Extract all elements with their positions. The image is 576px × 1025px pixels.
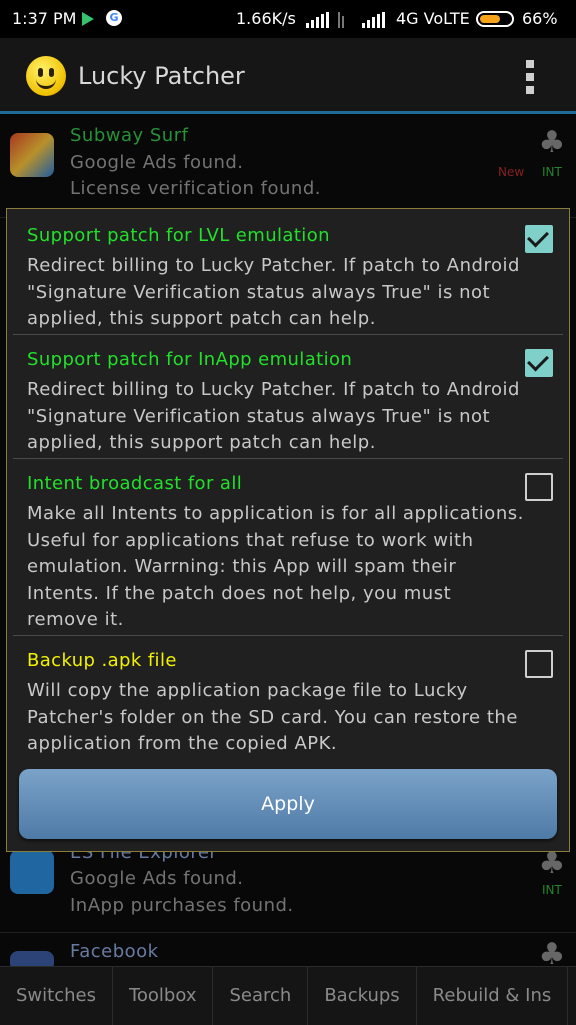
play-store-icon: [82, 12, 94, 26]
option-description: Redirect billing to Lucky Patcher. If pa…: [27, 255, 520, 329]
network-speed: 1.66K/s: [236, 9, 296, 28]
checkbox-checked[interactable]: [525, 349, 553, 377]
tab-rebuild-install[interactable]: Rebuild & Ins: [417, 967, 569, 1025]
option-intent-broadcast[interactable]: Intent broadcast for all Make all Intent…: [7, 457, 569, 634]
battery-percent: 66%: [522, 9, 558, 28]
signal-icon-secondary: [362, 12, 385, 28]
tab-search[interactable]: Search: [213, 967, 309, 1025]
option-inapp-emulation[interactable]: Support patch for InApp emulation Redire…: [7, 333, 569, 457]
checkbox-checked[interactable]: [525, 225, 553, 253]
checkbox-unchecked[interactable]: [525, 650, 553, 678]
bottom-tab-bar: Switches Toolbox Search Backups Rebuild …: [0, 966, 576, 1025]
option-title: Intent broadcast for all: [27, 473, 243, 494]
tab-switches[interactable]: Switches: [0, 967, 113, 1025]
google-icon: G: [106, 10, 122, 26]
battery-fill: [480, 15, 500, 23]
apply-button[interactable]: Apply: [19, 769, 557, 839]
network-type: 4G VoLTE: [396, 9, 470, 28]
option-description: Make all Intents to application is for a…: [27, 503, 524, 630]
option-title: Backup .apk file: [27, 650, 177, 671]
smiley-icon: [26, 56, 66, 96]
status-time: 1:37 PM: [12, 9, 77, 28]
tab-toolbox[interactable]: Toolbox: [113, 967, 214, 1025]
app-bar: Lucky Patcher: [0, 38, 576, 114]
tab-backups[interactable]: Backups: [308, 967, 417, 1025]
option-title: Support patch for InApp emulation: [27, 349, 353, 370]
overflow-menu-icon[interactable]: [526, 60, 534, 94]
signal-icon: [306, 12, 329, 28]
option-lvl-emulation[interactable]: Support patch for LVL emulation Redirect…: [7, 209, 569, 333]
option-description: Redirect billing to Lucky Patcher. If pa…: [27, 379, 520, 453]
battery-icon: [476, 11, 514, 27]
option-backup-apk[interactable]: Backup .apk file Will copy the applicati…: [7, 634, 569, 759]
option-title: Support patch for LVL emulation: [27, 225, 330, 246]
app-title: Lucky Patcher: [78, 62, 245, 90]
checkbox-unchecked[interactable]: [525, 473, 553, 501]
patch-options-dialog: Support patch for LVL emulation Redirect…: [6, 208, 570, 852]
option-description: Will copy the application package file t…: [27, 680, 518, 754]
smiley-mouth: [36, 76, 56, 89]
status-bar: 1:37 PM G 1.66K/s 4G VoLTE 66%: [0, 0, 576, 38]
data-transfer-icon: [338, 12, 344, 28]
